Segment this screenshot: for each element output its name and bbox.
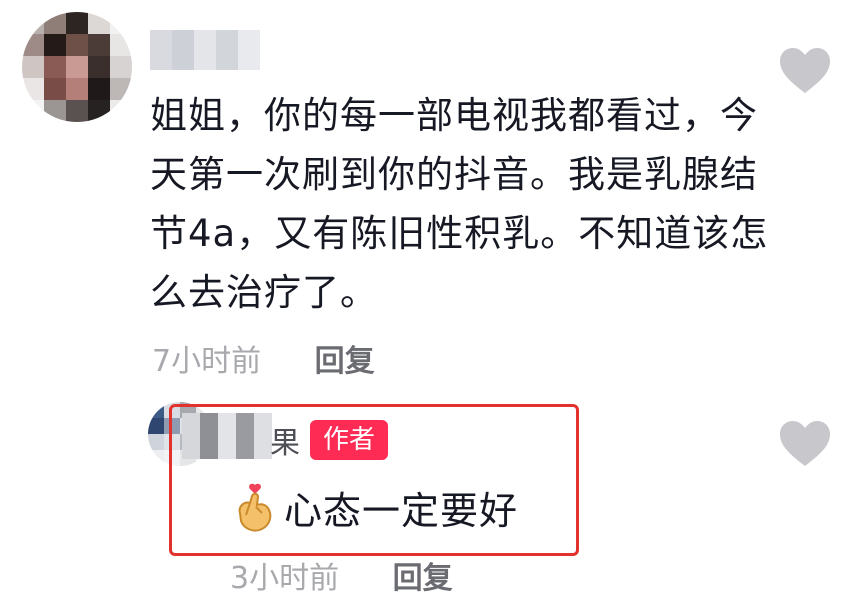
commenter-name-blurred[interactable] [150, 30, 260, 70]
comment-meta: 7小时前 回复 [152, 336, 375, 380]
reply-button[interactable]: 回复 [315, 344, 375, 379]
reply-button[interactable]: 回复 [393, 561, 453, 596]
like-heart-icon[interactable] [778, 420, 832, 468]
reply-time: 3小时前 [230, 561, 340, 596]
reply-meta: 3小时前 回复 [230, 553, 453, 597]
highlight-box [169, 404, 579, 556]
comment-time: 7小时前 [152, 344, 262, 379]
commenter-avatar[interactable] [22, 12, 132, 122]
like-heart-icon[interactable] [778, 47, 832, 95]
comment-text: 姐姐，你的每一部电视我都看过，今天第一次刷到你的抖音。我是乳腺结节4a，又有陈旧… [150, 94, 769, 314]
